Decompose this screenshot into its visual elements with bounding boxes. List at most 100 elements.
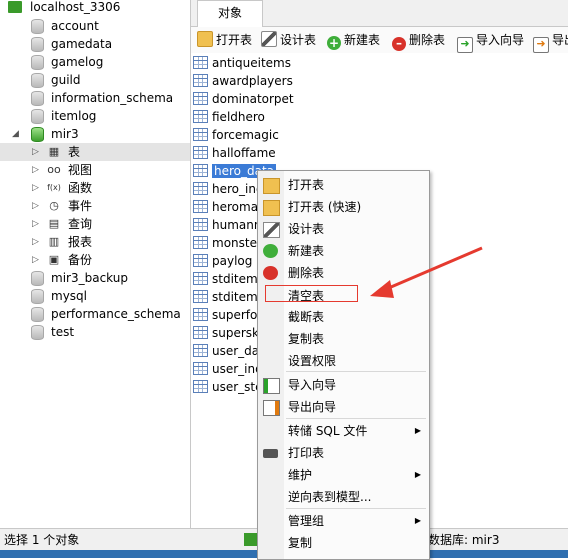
table-name: heroma [212, 200, 259, 214]
database-icon [31, 73, 44, 88]
table-name: fieldhero [212, 110, 265, 124]
tree-item-report[interactable]: ▷ ▥ 报表 [0, 233, 190, 251]
menu-item-reverse-to-model[interactable]: 逆向表到模型... [258, 487, 429, 507]
printer-icon [263, 449, 278, 458]
table-list-item[interactable]: user_ind [193, 360, 263, 378]
export-icon [263, 400, 280, 416]
menu-item-copy[interactable]: 复制 [258, 533, 429, 553]
menu-item-export-wizard[interactable]: 导出向导 [258, 397, 429, 417]
delete-table-button[interactable]: – 删除表 [392, 31, 446, 51]
db-label: information_schema [51, 91, 174, 105]
db-node-mir3[interactable]: ◢ mir3 [0, 125, 190, 143]
tree-item-backup[interactable]: ▷ ▣ 备份 [0, 251, 190, 269]
tree-item-query[interactable]: ▷ ▤ 查询 [0, 215, 190, 233]
table-name: hero_ind [212, 182, 264, 196]
table-list-item[interactable]: heroma [193, 198, 258, 216]
tree-item-view[interactable]: ▷ oo 视图 [0, 161, 190, 179]
event-icon: ◷ [49, 199, 59, 212]
table-grid-icon [193, 236, 208, 249]
database-icon [31, 55, 44, 70]
expand-arrow-icon[interactable]: ▷ [32, 197, 39, 215]
menu-item-set-permissions[interactable]: 设置权限 [258, 351, 429, 371]
menu-item-label: 转储 SQL 文件 [288, 424, 368, 438]
table-list-item[interactable]: monster [193, 234, 262, 252]
database-icon [31, 289, 44, 304]
menu-item-truncate-table[interactable]: 截断表 [258, 307, 429, 327]
table-list-item[interactable]: awardplayers [193, 72, 293, 90]
menu-item-manage-group[interactable]: 管理组 ▶ [258, 511, 429, 531]
table-list-item[interactable]: fieldhero [193, 108, 265, 126]
table-list-item[interactable]: supersk [193, 324, 259, 342]
menu-item-label: 逆向表到模型... [288, 490, 372, 504]
table-list-item[interactable]: stditems [193, 288, 264, 306]
menu-item-open-table[interactable]: 打开表 [258, 175, 429, 195]
expand-arrow-icon[interactable]: ▷ [32, 251, 39, 269]
menu-item-print-table[interactable]: 打印表 [258, 443, 429, 463]
new-table-label: 新建表 [344, 33, 381, 47]
db-label: gamelog [51, 55, 104, 69]
menu-item-label: 新建表 [288, 244, 325, 258]
backup-icon: ▣ [48, 253, 60, 266]
db-label: mir3_backup [51, 271, 128, 285]
expand-arrow-icon[interactable]: ▷ [32, 179, 39, 197]
tree-item-label: 报表 [68, 235, 93, 249]
plus-icon [263, 244, 278, 258]
database-icon [31, 127, 44, 142]
db-label: mir3 [51, 127, 79, 141]
table-list-item[interactable]: forcemagic [193, 126, 279, 144]
export-wizard-button[interactable]: ➜导出 [533, 31, 568, 53]
table-grid-icon [193, 218, 208, 231]
database-icon [31, 109, 44, 124]
expand-arrow-icon[interactable]: ▷ [32, 161, 39, 179]
table-name: halloffame [212, 146, 276, 160]
table-list-item[interactable]: user_stc [193, 378, 262, 396]
expand-arrow-icon[interactable]: ▷ [32, 143, 39, 161]
table-grid-icon [193, 380, 208, 393]
tree-item-label: 表 [68, 145, 81, 159]
design-table-button[interactable]: 设计表 [261, 31, 316, 49]
open-table-button[interactable]: 打开表 [197, 31, 252, 49]
expand-arrow-icon[interactable]: ▷ [32, 233, 39, 251]
tree-item-label: 查询 [68, 217, 93, 231]
status-selection-text: 选择 1 个对象 [4, 533, 80, 547]
menu-item-label: 维护 [288, 468, 313, 482]
table-list-item[interactable]: dominatorpet [193, 90, 294, 108]
database-icon [31, 307, 44, 322]
import-wizard-label: 导入向导 [476, 33, 525, 47]
menu-item-label: 复制 [288, 536, 313, 550]
table-grid-icon [193, 326, 208, 339]
menu-separator [286, 418, 426, 419]
tree-item-label: 事件 [68, 199, 93, 213]
table-list-item[interactable]: humann [193, 216, 261, 234]
menu-separator [286, 371, 426, 372]
menu-item-open-table-fast[interactable]: 打开表 (快速) [258, 197, 429, 217]
menu-item-maintenance[interactable]: 维护 ▶ [258, 465, 429, 485]
menu-item-copy-table[interactable]: 复制表 [258, 329, 429, 349]
menu-item-dump-sql[interactable]: 转储 SQL 文件 ▶ [258, 421, 429, 441]
tree-item-function[interactable]: ▷ f(x) 函数 [0, 179, 190, 197]
tab-object[interactable]: 对象 [197, 0, 263, 27]
delete-table-label: 删除表 [409, 33, 446, 47]
minus-icon: – [392, 37, 406, 51]
table-grid-icon [193, 254, 208, 267]
tree-item-table[interactable]: ▷ ▦ 表 [0, 143, 190, 161]
table-list-item[interactable]: antiqueitems [193, 54, 291, 72]
view-icon: oo [47, 163, 61, 176]
menu-item-import-wizard[interactable]: 导入向导 [258, 375, 429, 395]
menu-item-design-table[interactable]: 设计表 [258, 219, 429, 239]
tree-item-event[interactable]: ▷ ◷ 事件 [0, 197, 190, 215]
annotation-highlight-box [265, 285, 358, 302]
collapse-arrow-icon[interactable]: ◢ [12, 125, 19, 143]
table-list-item[interactable]: stditems [193, 270, 264, 288]
database-icon [31, 91, 44, 106]
table-list-item[interactable]: superfo [193, 306, 257, 324]
submenu-arrow-icon: ▶ [414, 426, 421, 435]
table-list-item[interactable]: halloffame [193, 144, 276, 162]
import-wizard-button[interactable]: ➜ 导入向导 [457, 31, 525, 53]
table-grid-icon [193, 56, 208, 69]
table-list-item[interactable]: paylog [193, 252, 252, 270]
expand-arrow-icon[interactable]: ▷ [32, 215, 39, 233]
new-table-button[interactable]: + 新建表 [327, 31, 381, 50]
table-list-item[interactable]: user_dat [193, 342, 264, 360]
table-list-item[interactable]: hero_ind [193, 180, 264, 198]
